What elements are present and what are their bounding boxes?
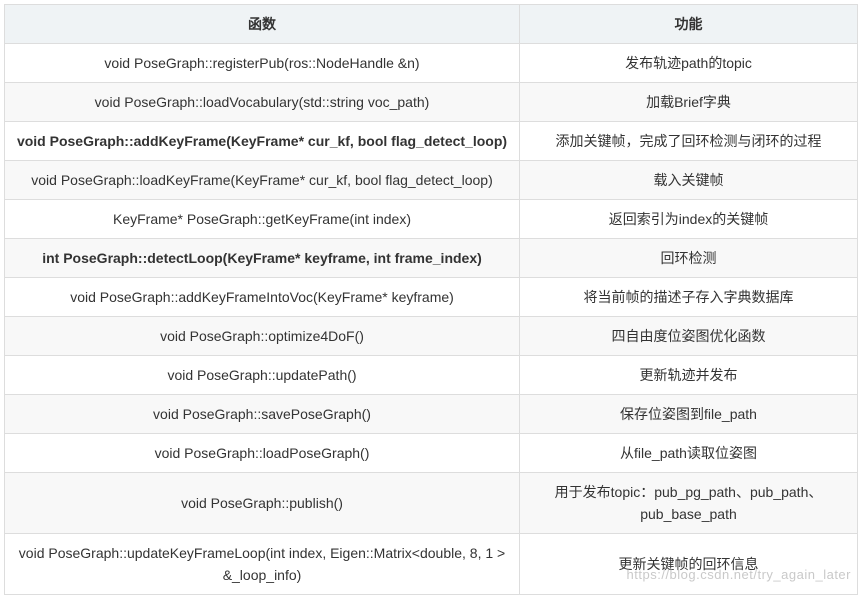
header-description: 功能: [519, 4, 858, 44]
function-cell: void PoseGraph::publish(): [4, 472, 520, 534]
table-row: void PoseGraph::optimize4DoF() 四自由度位姿图优化…: [4, 316, 858, 356]
table-row: void PoseGraph::addKeyFrameIntoVoc(KeyFr…: [4, 277, 858, 317]
table-row: void PoseGraph::addKeyFrame(KeyFrame* cu…: [4, 121, 858, 161]
description-cell: 回环检测: [519, 238, 858, 278]
table-row: void PoseGraph::loadKeyFrame(KeyFrame* c…: [4, 160, 858, 200]
description-cell: 载入关键帧: [519, 160, 858, 200]
description-cell: 更新关键帧的回环信息: [519, 533, 858, 595]
function-cell: void PoseGraph::addKeyFrame(KeyFrame* cu…: [4, 121, 520, 161]
table-row: int PoseGraph::detectLoop(KeyFrame* keyf…: [4, 238, 858, 278]
function-cell: void PoseGraph::optimize4DoF(): [4, 316, 520, 356]
description-cell: 更新轨迹并发布: [519, 355, 858, 395]
blog-watermark: https://blog.csdn.net/try_again_later: [626, 567, 851, 582]
description-cell: 加载Brief字典: [519, 82, 858, 122]
function-cell: void PoseGraph::addKeyFrameIntoVoc(KeyFr…: [4, 277, 520, 317]
table-header-row: 函数 功能: [4, 4, 858, 44]
table-row: void PoseGraph::registerPub(ros::NodeHan…: [4, 43, 858, 83]
function-table-container: 函数 功能 void PoseGraph::registerPub(ros::N…: [4, 4, 858, 595]
table-row: void PoseGraph::updateKeyFrameLoop(int i…: [4, 533, 858, 595]
function-cell: int PoseGraph::detectLoop(KeyFrame* keyf…: [4, 238, 520, 278]
table-row: void PoseGraph::publish() 用于发布topic：pub_…: [4, 472, 858, 534]
function-cell: KeyFrame* PoseGraph::getKeyFrame(int ind…: [4, 199, 520, 239]
description-cell: 从file_path读取位姿图: [519, 433, 858, 473]
description-cell: 将当前帧的描述子存入字典数据库: [519, 277, 858, 317]
function-cell: void PoseGraph::loadPoseGraph(): [4, 433, 520, 473]
table-row: void PoseGraph::loadPoseGraph() 从file_pa…: [4, 433, 858, 473]
function-table: 函数 功能 void PoseGraph::registerPub(ros::N…: [4, 4, 858, 595]
function-cell: void PoseGraph::savePoseGraph(): [4, 394, 520, 434]
description-cell: 返回索引为index的关键帧: [519, 199, 858, 239]
function-cell: void PoseGraph::loadVocabulary(std::stri…: [4, 82, 520, 122]
table-row: void PoseGraph::updatePath() 更新轨迹并发布: [4, 355, 858, 395]
table-row: void PoseGraph::savePoseGraph() 保存位姿图到fi…: [4, 394, 858, 434]
description-cell: 保存位姿图到file_path: [519, 394, 858, 434]
description-cell: 发布轨迹path的topic: [519, 43, 858, 83]
header-function: 函数: [4, 4, 520, 44]
description-cell: 添加关键帧，完成了回环检测与闭环的过程: [519, 121, 858, 161]
function-cell: void PoseGraph::registerPub(ros::NodeHan…: [4, 43, 520, 83]
description-cell: 四自由度位姿图优化函数: [519, 316, 858, 356]
function-cell: void PoseGraph::updatePath(): [4, 355, 520, 395]
table-row: KeyFrame* PoseGraph::getKeyFrame(int ind…: [4, 199, 858, 239]
function-cell: void PoseGraph::loadKeyFrame(KeyFrame* c…: [4, 160, 520, 200]
description-cell: 用于发布topic：pub_pg_path、pub_path、pub_base_…: [519, 472, 858, 534]
function-cell: void PoseGraph::updateKeyFrameLoop(int i…: [4, 533, 520, 595]
table-row: void PoseGraph::loadVocabulary(std::stri…: [4, 82, 858, 122]
